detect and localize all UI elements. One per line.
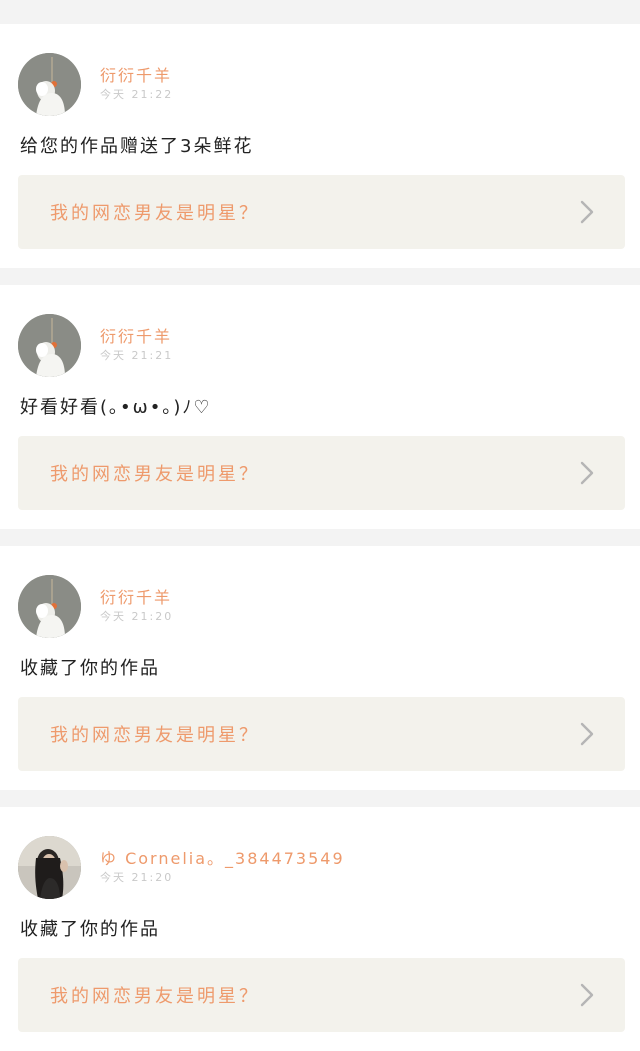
user-meta: 衍衍千羊 今天 21:21 (100, 327, 173, 364)
avatar-white-figure-image (18, 313, 81, 377)
avatar[interactable] (18, 313, 81, 377)
work-title: 我的网恋男友是明星？ (50, 725, 260, 746)
notification-card: 衍衍千羊 今天 21:20 收藏了你的作品 我的网恋男友是明星？ (0, 546, 640, 790)
work-link[interactable]: 我的网恋男友是明星？ (18, 175, 625, 249)
work-link[interactable]: 我的网恋男友是明星？ (18, 958, 625, 1032)
chevron-right-icon (577, 982, 597, 1008)
notification-message: 好看好看(｡•ω•｡)ﾉ♡ (20, 397, 212, 418)
card-divider (0, 268, 640, 285)
notification-message: 收藏了你的作品 (20, 919, 160, 940)
notification-card: ゆ Cornelia。_384473549 今天 21:20 收藏了你的作品 我… (0, 807, 640, 1051)
chevron-right-icon (577, 721, 597, 747)
user-meta: ゆ Cornelia。_384473549 今天 21:20 (100, 849, 345, 886)
username[interactable]: 衍衍千羊 (100, 588, 173, 608)
notification-feed: 衍衍千羊 今天 21:22 给您的作品赠送了3朵鲜花 我的网恋男友是明星？ 衍衍… (0, 0, 640, 1051)
chevron-right-icon (577, 460, 597, 486)
avatar-white-figure-image (18, 574, 81, 638)
timestamp: 今天 21:20 (100, 609, 174, 623)
notification-card: 衍衍千羊 今天 21:22 给您的作品赠送了3朵鲜花 我的网恋男友是明星？ (0, 24, 640, 268)
avatar-white-figure-image (18, 52, 81, 116)
chevron-right-icon (577, 199, 597, 225)
work-title: 我的网恋男友是明星？ (50, 464, 260, 485)
timestamp: 今天 21:20 (100, 870, 174, 884)
notification-message: 收藏了你的作品 (20, 658, 160, 679)
card-divider (0, 790, 640, 807)
work-title: 我的网恋男友是明星？ (50, 986, 260, 1007)
timestamp: 今天 21:21 (100, 348, 174, 362)
avatar[interactable] (18, 835, 81, 899)
timestamp: 今天 21:22 (100, 87, 174, 101)
notification-header: 衍衍千羊 今天 21:22 (18, 52, 173, 116)
notification-message: 给您的作品赠送了3朵鲜花 (20, 136, 254, 157)
notification-header: 衍衍千羊 今天 21:20 (18, 574, 173, 638)
top-divider (0, 0, 640, 24)
user-meta: 衍衍千羊 今天 21:20 (100, 588, 173, 625)
notification-header: ゆ Cornelia。_384473549 今天 21:20 (18, 835, 345, 899)
notification-card: 衍衍千羊 今天 21:21 好看好看(｡•ω•｡)ﾉ♡ 我的网恋男友是明星？ (0, 285, 640, 529)
work-link[interactable]: 我的网恋男友是明星？ (18, 436, 625, 510)
avatar[interactable] (18, 52, 81, 116)
work-title: 我的网恋男友是明星？ (50, 203, 260, 224)
avatar-dark-hair-girl-image (18, 835, 81, 899)
work-link[interactable]: 我的网恋男友是明星？ (18, 697, 625, 771)
user-meta: 衍衍千羊 今天 21:22 (100, 66, 173, 103)
avatar[interactable] (18, 574, 81, 638)
card-divider (0, 529, 640, 546)
notification-header: 衍衍千羊 今天 21:21 (18, 313, 173, 377)
username[interactable]: 衍衍千羊 (100, 327, 173, 347)
username[interactable]: 衍衍千羊 (100, 66, 173, 86)
username[interactable]: ゆ Cornelia。_384473549 (100, 849, 345, 869)
